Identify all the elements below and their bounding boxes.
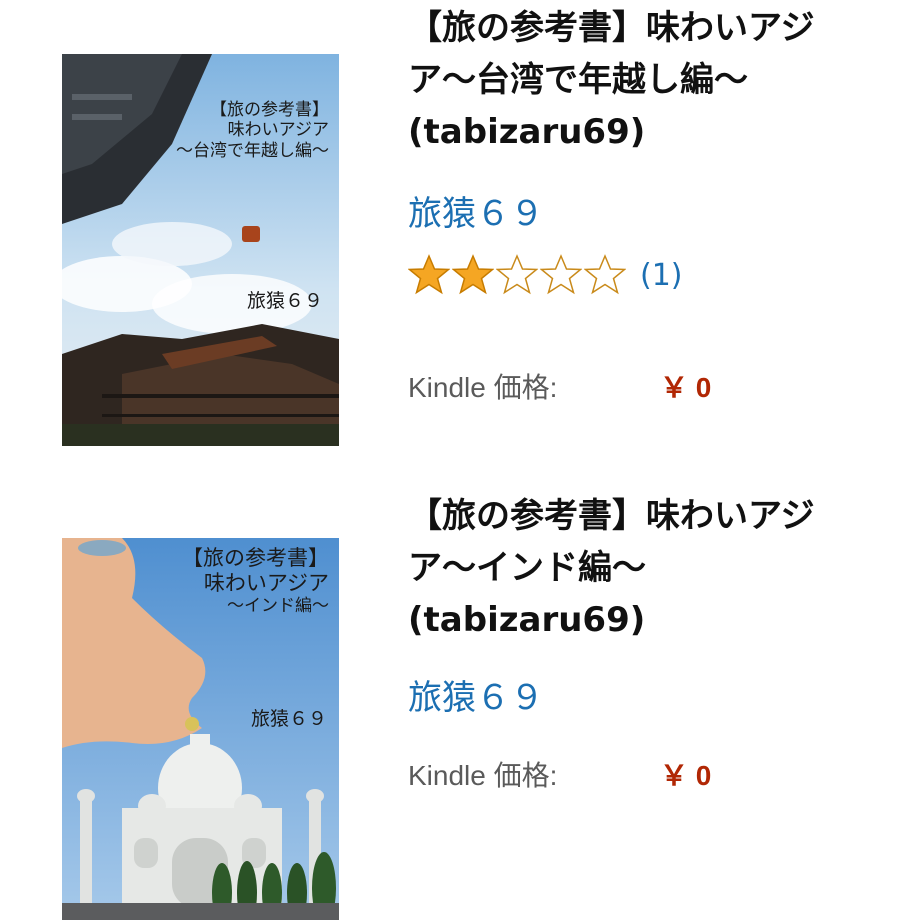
cover-line1: 【旅の参考書】 (182, 546, 329, 570)
star-filled-icon (452, 254, 494, 295)
title-line: 【旅の参考書】味わいアジ (408, 496, 815, 536)
cover-line1: 【旅の参考書】 (210, 100, 329, 120)
book-cover-image[interactable]: 【旅の参考書】 味わいアジア ～インド編～ 旅猿６９ (62, 538, 339, 920)
product-title-link[interactable]: 【旅の参考書】味わいアジ ア～インド編～ (tabizaru69) (408, 490, 888, 646)
product-title-link[interactable]: 【旅の参考書】味わいアジ ア～台湾で年越し編～ (tabizaru69) (408, 2, 888, 158)
cover-author: 旅猿６９ (250, 708, 327, 730)
title-line: ア～インド編～ (408, 548, 646, 588)
title-line: 【旅の参考書】味わいアジ (408, 8, 815, 48)
book-cover-image[interactable]: 【旅の参考書】 味わいアジア ～台湾で年越し編～ 旅猿６９ (62, 54, 339, 446)
kindle-price-label: Kindle 価格: (408, 372, 558, 403)
star-filled-icon (408, 254, 450, 295)
cover-line2: 味わいアジア (227, 120, 329, 141)
cover-line3: ～インド編～ (227, 596, 329, 617)
star-empty-icon (584, 254, 626, 295)
review-count-link[interactable]: (1) (640, 258, 683, 293)
kindle-price-label: Kindle 価格: (408, 760, 558, 791)
star-empty-icon (540, 254, 582, 295)
star-empty-icon (496, 254, 538, 295)
author-link[interactable]: 旅猿６９ (408, 186, 544, 235)
title-line: (tabizaru69) (408, 112, 646, 152)
cover-line3: ～台湾で年越し編～ (176, 140, 329, 161)
title-line: (tabizaru69) (408, 600, 646, 640)
product-item[interactable]: 【旅の参考書】 味わいアジア ～インド編～ 旅猿６９ 【旅の参考書】味わいアジ … (0, 470, 920, 920)
cover-title-text: 【旅の参考書】 味わいアジア ～インド編～ (182, 546, 329, 617)
title-line: ア～台湾で年越し編～ (408, 60, 748, 100)
rating-stars (408, 254, 628, 296)
star-rating[interactable]: (1) (408, 254, 683, 296)
product-item[interactable]: 【旅の参考書】 味わいアジア ～台湾で年越し編～ 旅猿６９ 【旅の参考書】味わい… (0, 0, 920, 470)
cover-author: 旅猿６９ (246, 290, 323, 312)
cover-line2: 味わいアジア (203, 571, 329, 596)
cover-title-text: 【旅の参考書】 味わいアジア ～台湾で年越し編～ (176, 100, 329, 161)
author-link[interactable]: 旅猿６９ (408, 670, 544, 719)
price-value: ￥ 0 (660, 760, 712, 791)
price-value: ￥ 0 (660, 372, 712, 403)
